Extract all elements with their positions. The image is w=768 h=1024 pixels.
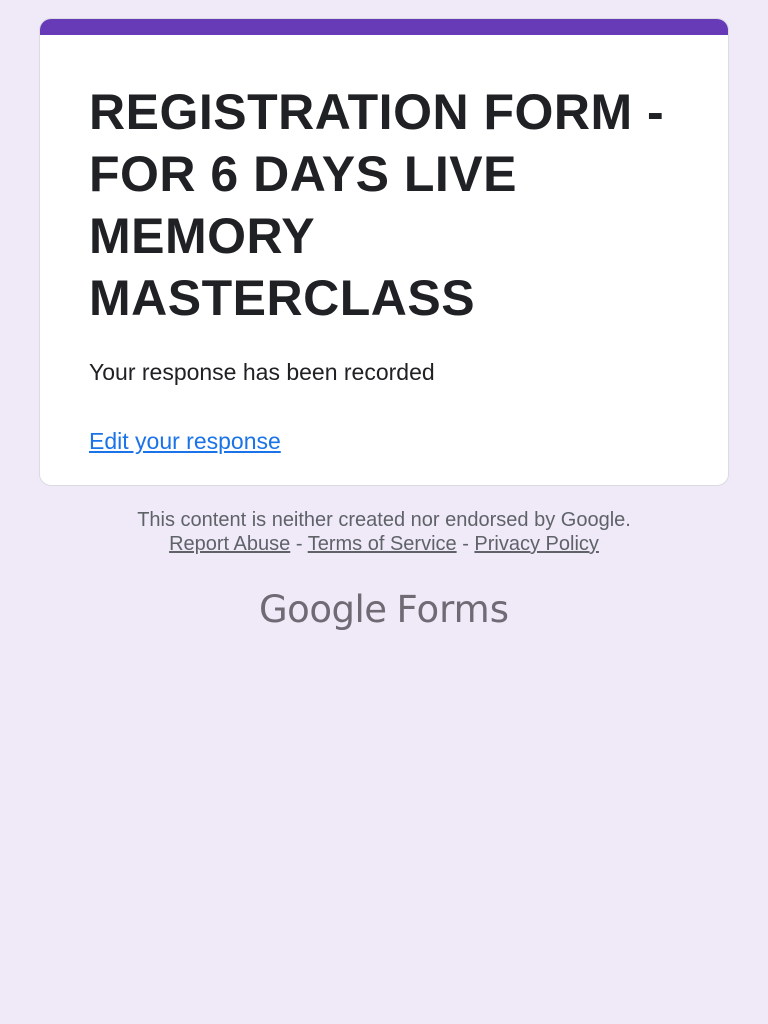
footer-links: Report Abuse - Terms of Service - Privac… [0, 532, 768, 556]
brand-forms-text: Forms [396, 588, 509, 631]
terms-of-service-link[interactable]: Terms of Service [308, 533, 457, 555]
form-card: REGISTRATION FORM - FOR 6 DAYS LIVE MEMO… [39, 18, 729, 486]
footer-separator: - [462, 533, 475, 555]
privacy-policy-link[interactable]: Privacy Policy [474, 533, 598, 555]
footer-disclaimer: This content is neither created nor endo… [137, 509, 631, 531]
form-title: REGISTRATION FORM - FOR 6 DAYS LIVE MEMO… [89, 84, 665, 326]
confirmation-message: Your response has been recorded [89, 359, 435, 385]
footer-separator: - [295, 533, 308, 555]
footer: This content is neither created nor endo… [0, 508, 768, 556]
brand-google-text: Google [259, 588, 387, 631]
card-content: REGISTRATION FORM - FOR 6 DAYS LIVE MEMO… [89, 81, 688, 456]
card-accent-bar [40, 19, 728, 35]
google-forms-logo[interactable]: Google Forms [0, 588, 768, 632]
report-abuse-link[interactable]: Report Abuse [169, 533, 290, 555]
edit-response-link[interactable]: Edit your response [89, 426, 281, 456]
